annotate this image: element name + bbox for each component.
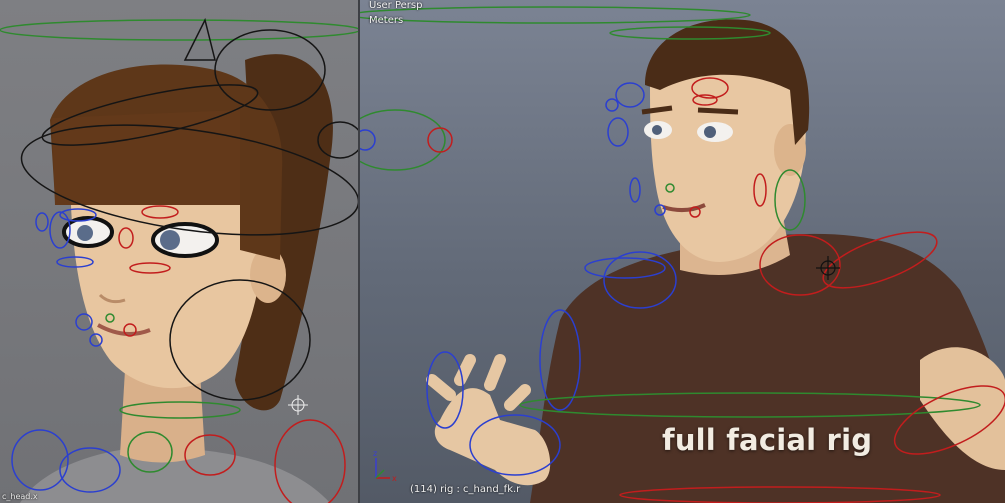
axis-gizmo-icon: z x [373,449,397,483]
viewport-right[interactable]: z x User Persp Meters (114) rig : c_hand… [360,0,1005,503]
female-character-render [0,17,358,503]
left-status-text: c_head.x [2,492,38,501]
caption-text: full facial rig [662,423,873,457]
crosshair-cursor-icon [288,395,308,415]
view-units-label: Meters [369,15,404,26]
svg-text:x: x [392,474,397,483]
svg-text:z: z [373,449,377,458]
status-line: (114) rig : c_hand_fk.r [410,484,521,495]
view-name-label: User Persp [369,0,423,11]
viewport-left[interactable]: c_head.x [0,0,358,503]
